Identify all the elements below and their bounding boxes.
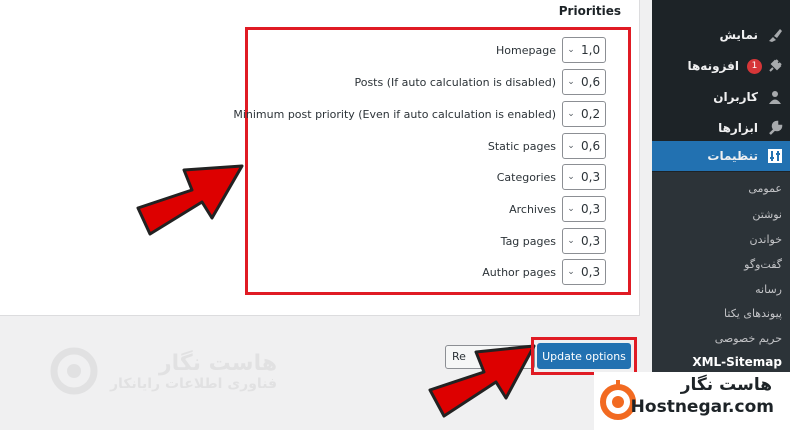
- red-arrow-icon: [428, 344, 536, 418]
- chevron-down-icon: ⌄: [567, 45, 575, 55]
- select-value: 1,0: [581, 43, 601, 57]
- priority-row-static-pages: Static pages ⌄ 0,6: [488, 133, 606, 159]
- priority-label: Tag pages: [500, 234, 556, 248]
- menu-item-label: افزونه‌ها: [687, 59, 739, 73]
- homepage-priority-select[interactable]: ⌄ 1,0: [562, 37, 606, 63]
- menu-item-settings[interactable]: تنظیمات: [652, 141, 790, 171]
- chevron-down-icon: ⌄: [567, 77, 575, 87]
- update-highlight-box: Update options: [531, 337, 637, 375]
- priority-label: Static pages: [487, 139, 556, 153]
- select-value: 0,3: [581, 265, 601, 279]
- priority-label: Archives: [509, 202, 556, 216]
- chevron-down-icon: ⌄: [567, 141, 575, 151]
- chevron-down-icon: ⌄: [567, 267, 575, 277]
- categories-priority-select[interactable]: ⌄ 0,3: [562, 164, 606, 190]
- posts-priority-select[interactable]: ⌄ 0,6: [562, 69, 606, 95]
- select-value: 0,6: [581, 75, 601, 89]
- tag-pages-priority-select[interactable]: ⌄ 0,3: [562, 228, 606, 254]
- select-value: 0,2: [581, 107, 601, 121]
- priority-row-archives: Archives ⌄ 0,3: [509, 196, 606, 222]
- settings-submenu: عمومی نوشتن خواندن گفت‌وگو رسانه پیوندها…: [652, 172, 790, 392]
- menu-item-label: کاربران: [713, 90, 758, 104]
- settings-icon: [766, 147, 784, 165]
- min-post-priority-select[interactable]: ⌄ 0,2: [562, 101, 606, 127]
- submenu-item-discussion[interactable]: گفت‌وگو: [744, 258, 782, 271]
- submenu-item-privacy[interactable]: حریم خصوصی: [715, 332, 782, 345]
- wrench-icon: [766, 119, 784, 137]
- priority-label: Minimum post priority (Even if auto calc…: [233, 107, 556, 121]
- priorities-highlight-box: Homepage ⌄ 1,0 Posts (If auto calculatio…: [233, 27, 631, 295]
- chevron-down-icon: ⌄: [567, 204, 575, 214]
- chevron-down-icon: ⌄: [567, 172, 575, 182]
- hostnegar-logo: هاست نگار Hostnegar.com: [594, 372, 790, 430]
- priority-row-categories: Categories ⌄ 0,3: [497, 164, 606, 190]
- menu-item-appearance[interactable]: نمایش: [652, 20, 790, 50]
- select-value: 0,3: [581, 202, 601, 216]
- watermark-logo-icon: [50, 347, 98, 395]
- priority-row-homepage: Homepage ⌄ 1,0: [496, 37, 606, 63]
- watermark: هاست نگارفناوری اطلاعات رایانکار: [48, 345, 277, 397]
- logo-text-domain: Hostnegar.com: [630, 397, 774, 417]
- priority-label: Homepage: [496, 43, 556, 57]
- archives-priority-select[interactable]: ⌄ 0,3: [562, 196, 606, 222]
- priority-row-author-pages: Author pages ⌄ 0,3: [482, 259, 606, 285]
- main-content: هاست نگارفناوری اطلاعات رایانکار هاست نگ…: [0, 0, 652, 430]
- priority-label: Categories: [496, 170, 556, 184]
- submenu-item-xml-sitemap[interactable]: XML-Sitemap: [692, 355, 782, 369]
- submenu-item-writing[interactable]: نوشتن: [752, 208, 782, 221]
- chevron-down-icon: ⌄: [567, 236, 575, 246]
- logo-text-persian: هاست نگار: [680, 375, 772, 395]
- submenu-item-media[interactable]: رسانه: [755, 283, 782, 296]
- priority-row-min-post: Minimum post priority (Even if auto calc…: [233, 101, 606, 127]
- menu-item-tools[interactable]: ابزارها: [652, 113, 790, 143]
- menu-item-label: ابزارها: [718, 121, 758, 135]
- update-count-badge: 1: [747, 58, 762, 74]
- submenu-item-general[interactable]: عمومی: [748, 182, 782, 195]
- author-pages-priority-select[interactable]: ⌄ 0,3: [562, 259, 606, 285]
- priority-label: Author pages: [482, 265, 556, 279]
- menu-item-users[interactable]: کاربران: [652, 82, 790, 112]
- plugin-icon: [766, 57, 784, 75]
- submenu-item-reading[interactable]: خواندن: [750, 233, 782, 246]
- priority-label: Posts (If auto calculation is disabled): [354, 75, 556, 89]
- select-value: 0,3: [581, 170, 601, 184]
- select-value: 0,6: [581, 139, 601, 153]
- menu-item-label: تنظیمات: [707, 149, 758, 163]
- select-value: 0,3: [581, 234, 601, 248]
- admin-sidebar: نمایش افزونه‌ها 1 کاربران ابزارها تنظیما…: [652, 0, 790, 430]
- panel-title: Priorities: [558, 4, 621, 18]
- update-options-button[interactable]: Update options: [537, 343, 631, 369]
- chevron-down-icon: ⌄: [567, 109, 575, 119]
- priority-row-tag-pages: Tag pages ⌄ 0,3: [501, 228, 606, 254]
- submenu-item-permalinks[interactable]: پیوندهای یکتا: [724, 307, 782, 320]
- priorities-panel: Priorities Homepage ⌄ 1,0 Posts (If auto…: [0, 0, 640, 316]
- static-pages-priority-select[interactable]: ⌄ 0,6: [562, 133, 606, 159]
- priority-row-posts: Posts (If auto calculation is disabled) …: [354, 69, 606, 95]
- users-icon: [766, 88, 784, 106]
- active-menu-notch: [642, 148, 652, 164]
- menu-item-plugins[interactable]: افزونه‌ها 1: [652, 51, 790, 81]
- red-arrow-icon: [136, 164, 244, 236]
- paintbrush-icon: [766, 26, 784, 44]
- menu-item-label: نمایش: [719, 28, 758, 42]
